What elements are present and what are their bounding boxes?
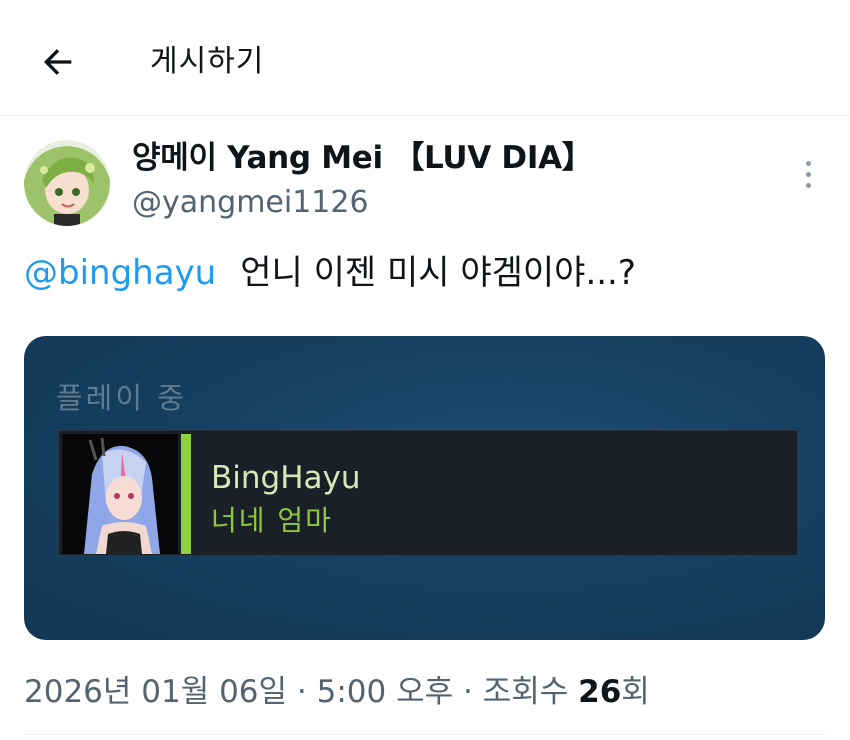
more-vertical-icon [805,171,811,177]
more-vertical-icon [805,160,811,166]
tweet-time[interactable]: 5:00 오후 [317,674,454,710]
views-count[interactable]: 26 [578,674,621,710]
online-status-stripe [181,434,191,554]
tweet-body: @binghayu 언니 이젠 미시 야겜이야...? [24,250,636,296]
friend-avatar-image [62,434,178,554]
page-title: 게시하기 [150,44,265,79]
divider [24,734,826,735]
profile-avatar-image [24,140,110,226]
tweet-meta: 2026년 01월 06일 · 5:00 오후 · 조회수 26회 [24,670,650,714]
author-handle[interactable]: @yangmei1126 [132,183,369,223]
arrow-left-icon [43,49,72,75]
author-avatar[interactable] [24,140,110,226]
header-bar: 게시하기 [0,0,850,116]
playing-label: 플레이 중 [56,381,187,415]
tweet-text: 언니 이젠 미시 야겜이야...? [240,253,636,293]
friend-status-bar: BingHayu 너네 엄마 [58,430,798,556]
mention-link[interactable]: @binghayu [24,253,216,293]
friend-game-name: 너네 엄마 [211,504,333,537]
friend-avatar [62,434,178,554]
views-label: 조회수 [482,674,569,710]
meta-separator: · [296,674,307,710]
meta-separator: · [463,674,473,710]
views-suffix: 회 [621,674,650,710]
tweet-date[interactable]: 2026년 01월 06일 [24,674,287,710]
friend-name: BingHayu [211,460,361,496]
author-display-name[interactable]: 양메이 Yang Mei 【LUV DIA】 [132,138,593,178]
back-button[interactable] [36,40,80,84]
more-options-button[interactable] [790,152,826,196]
more-vertical-icon [805,182,811,188]
attached-image[interactable]: 플레이 중 BingHayu 너네 엄마 [24,336,825,640]
